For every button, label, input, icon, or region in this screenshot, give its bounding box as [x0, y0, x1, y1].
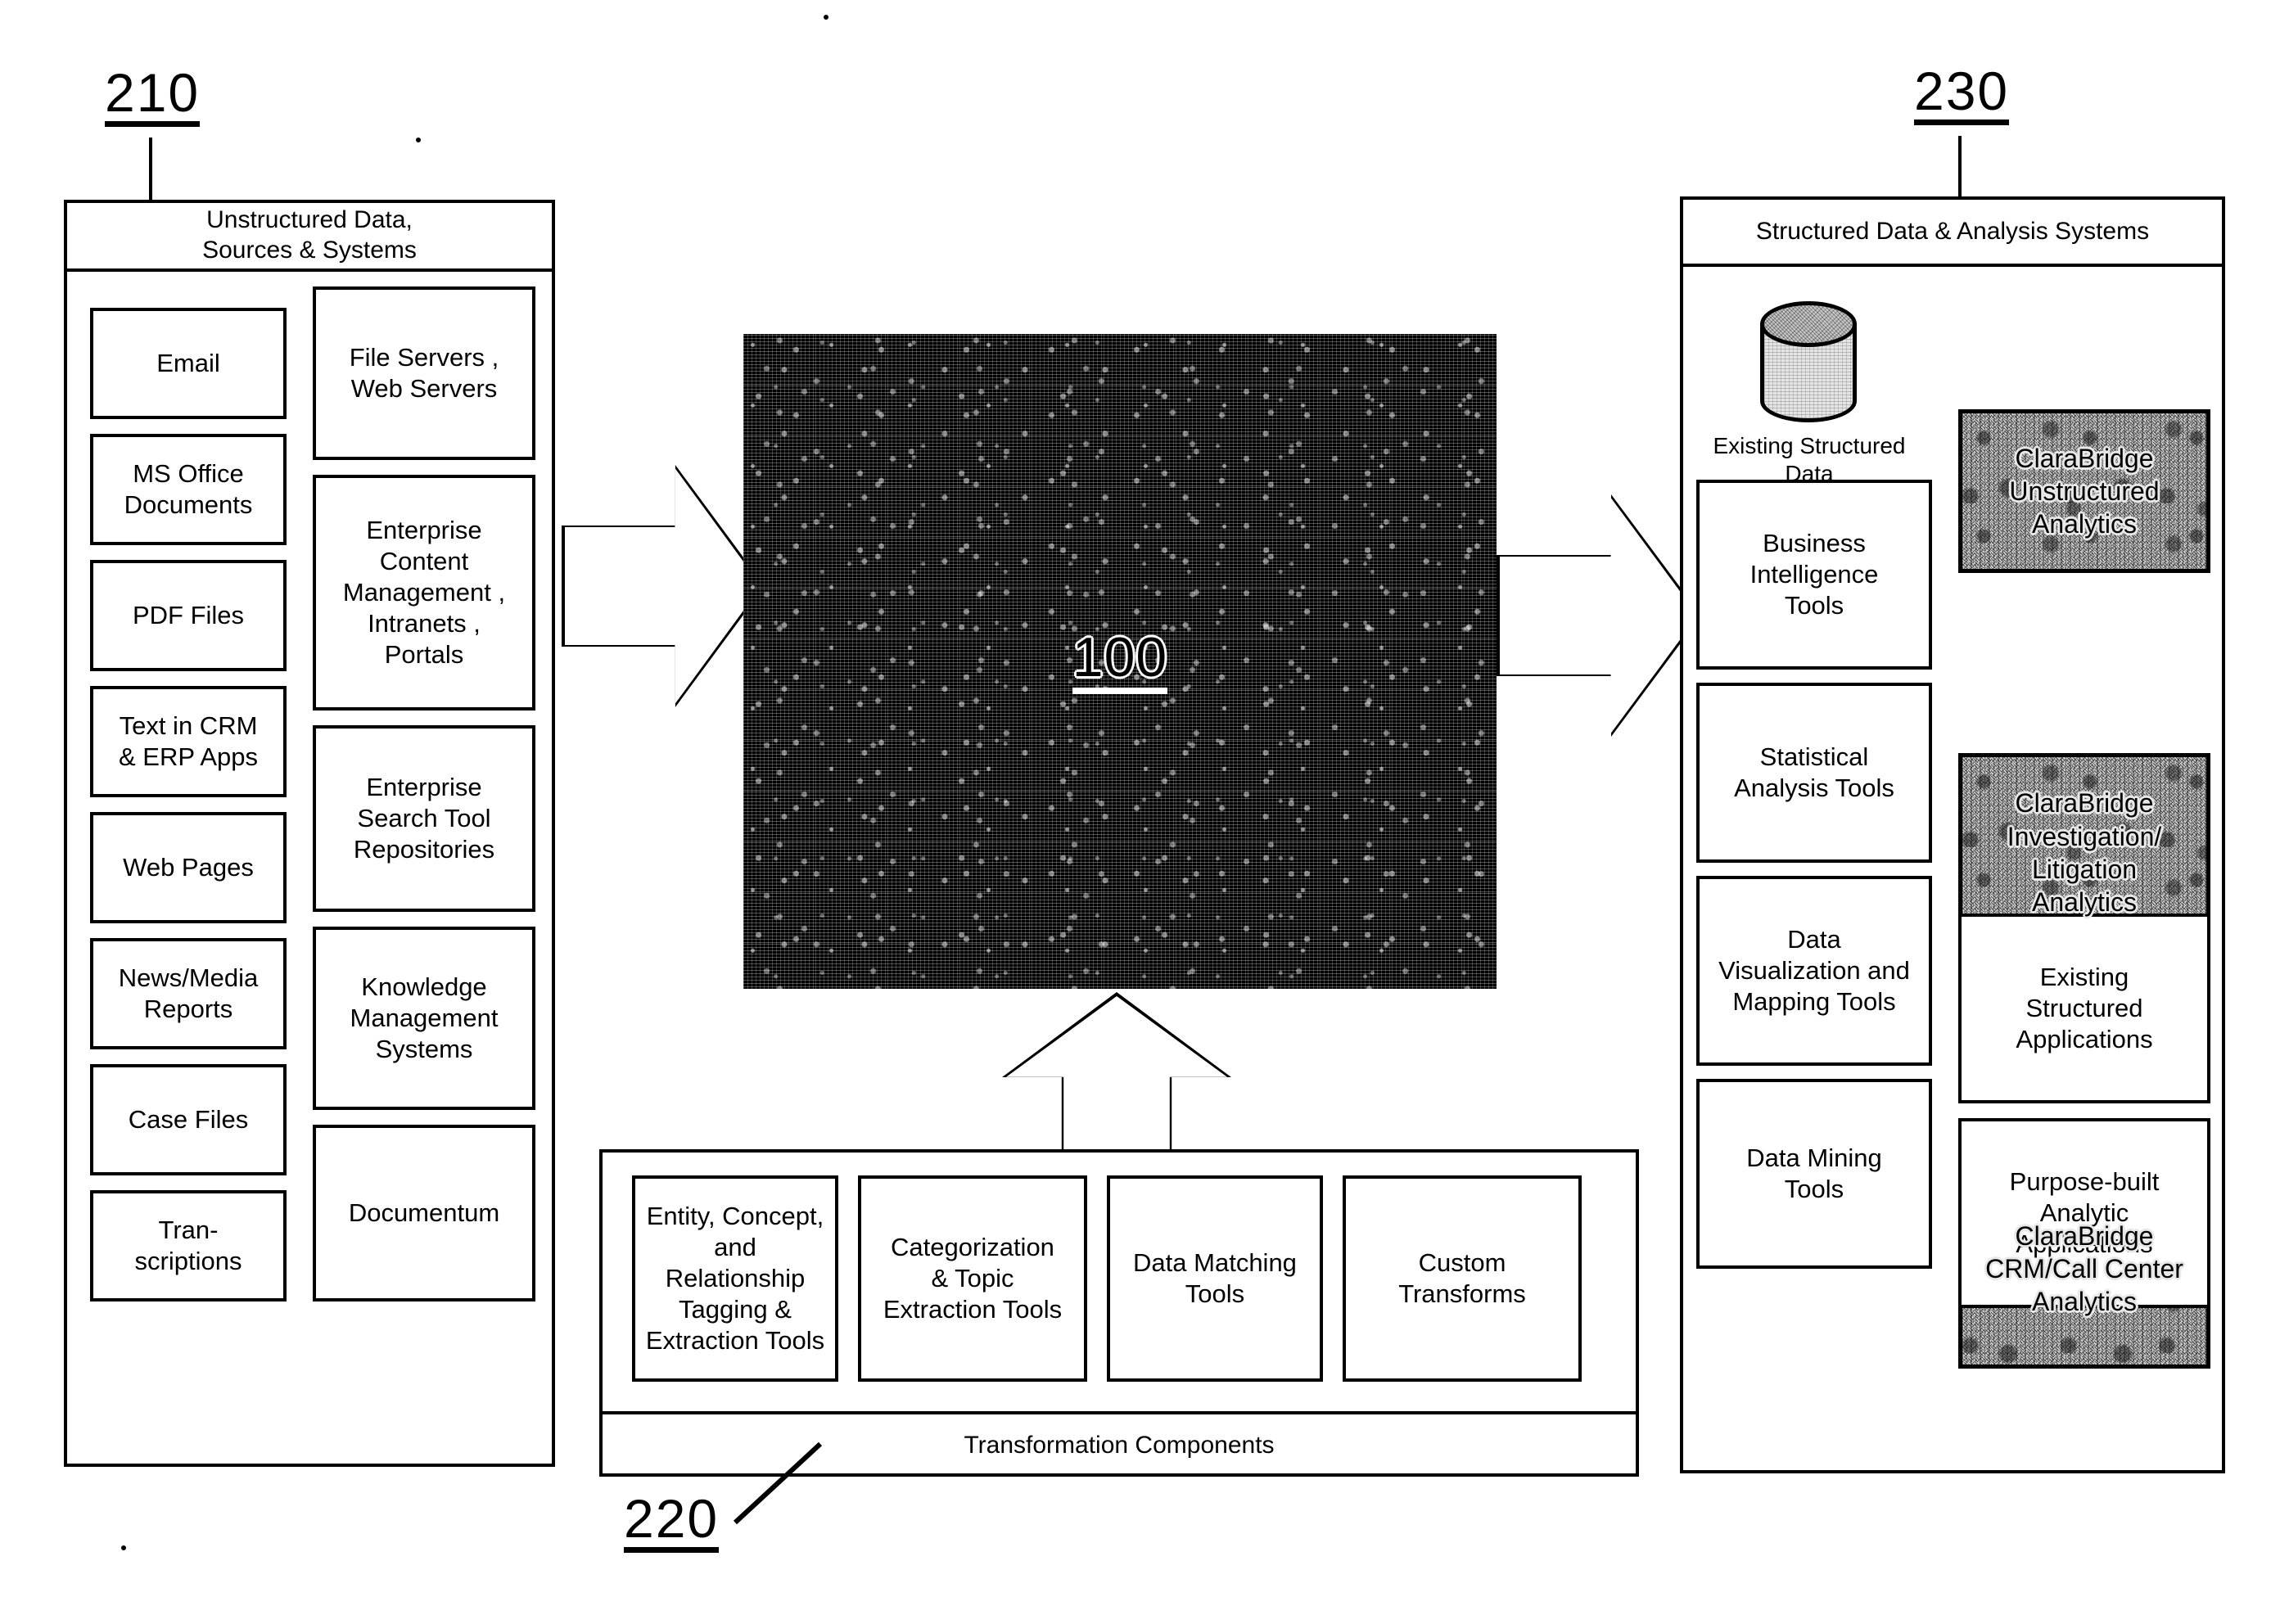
structured-analysis-panel: Structured Data & Analysis Systems Exist… [1680, 196, 2225, 1473]
analysis-box-label: Data Visualization and Mapping Tools [1718, 925, 1910, 1016]
database-cylinder-icon [1760, 301, 1857, 422]
source-box-web-pages[interactable]: Web Pages [90, 812, 287, 923]
arrow-core-to-analysis [1497, 494, 1701, 737]
transform-box-label: Data Matching Tools [1133, 1248, 1297, 1308]
analysis-box-clarabridge-unstructured-analytics[interactable]: ClaraBridge Unstructured Analytics [1958, 409, 2210, 573]
analysis-box-statistical-analysis-tools[interactable]: Statistical Analysis Tools [1696, 683, 1932, 863]
source-box-pdf-files[interactable]: PDF Files [90, 560, 287, 671]
analysis-box-label: ClaraBridge Unstructured Analytics [2009, 443, 2160, 539]
source-box-label: PDF Files [132, 601, 245, 630]
source-box-news-media-reports[interactable]: News/Media Reports [90, 938, 287, 1049]
source-box-label: Tran- scriptions [134, 1216, 242, 1275]
source-box-label: Text in CRM & ERP Apps [118, 711, 259, 771]
analysis-box-label: ClaraBridge CRM/Call Center Analytics [1985, 1220, 2183, 1317]
source-box-label: Enterprise Search Tool Repositories [353, 773, 495, 864]
transformation-components-body: Entity, Concept, and Relationship Taggin… [603, 1153, 1636, 1411]
analysis-box-label: Statistical Analysis Tools [1734, 742, 1894, 802]
ref-numeral-230: 230 [1914, 64, 2010, 125]
core-ref-numeral-100: 100 [1072, 629, 1168, 694]
structured-analysis-body: Existing Structured Data Business Intell… [1683, 267, 2222, 1470]
analysis-box-business-intelligence-tools[interactable]: Business Intelligence Tools [1696, 480, 1932, 670]
unstructured-sources-panel: Unstructured Data, Sources & Systems Ema… [64, 200, 555, 1467]
source-box-knowledge-management-systems[interactable]: Knowledge Management Systems [313, 927, 535, 1110]
source-box-label: Web Pages [123, 853, 254, 882]
unstructured-sources-title: Unstructured Data, Sources & Systems [67, 203, 552, 272]
transform-box-categorization-topic-extraction[interactable]: Categorization & Topic Extraction Tools [858, 1175, 1087, 1382]
source-box-label: Knowledge Management Systems [350, 972, 499, 1063]
ref-numeral-210: 210 [105, 65, 201, 127]
source-box-ms-office-documents[interactable]: MS Office Documents [90, 434, 287, 545]
source-box-case-files[interactable]: Case Files [90, 1064, 287, 1175]
source-box-label: Enterprise Content Management , Intranet… [342, 516, 506, 669]
transform-box-custom-transforms[interactable]: Custom Transforms [1343, 1175, 1582, 1382]
unstructured-sources-body: Email MS Office Documents PDF Files Text… [67, 272, 552, 1467]
datastore-caption-label: Existing Structured Data [1713, 433, 1906, 486]
transform-box-data-matching-tools[interactable]: Data Matching Tools [1107, 1175, 1323, 1382]
source-box-file-web-servers[interactable]: File Servers , Web Servers [313, 286, 535, 460]
transform-box-label: Custom Transforms [1398, 1248, 1526, 1308]
source-box-transcriptions[interactable]: Tran- scriptions [90, 1190, 287, 1301]
analysis-box-existing-structured-applications[interactable]: Existing Structured Applications [1958, 914, 2210, 1103]
analysis-box-label: Data Mining Tools [1746, 1144, 1882, 1203]
ref-numeral-220: 220 [624, 1491, 720, 1553]
sources-title-line-2: Sources & Systems [202, 237, 417, 264]
source-box-email[interactable]: Email [90, 308, 287, 419]
transformation-footer-label: Transformation Components [964, 1431, 1275, 1459]
analysis-box-label: ClaraBridge Investigation/ Litigation An… [2007, 788, 2162, 918]
arrow-transformation-to-core [1002, 992, 1231, 1156]
scan-speck [416, 138, 421, 142]
source-box-label: MS Office Documents [124, 459, 253, 519]
core-processing-block: 100 [743, 334, 1497, 989]
transform-box-label: Entity, Concept, and Relationship Taggin… [645, 1202, 825, 1355]
source-box-label: Email [156, 349, 220, 378]
analysis-box-label: Existing Structured Applications [2016, 963, 2153, 1053]
structured-analysis-title: Structured Data & Analysis Systems [1683, 200, 2222, 267]
transform-box-entity-concept-relationship[interactable]: Entity, Concept, and Relationship Taggin… [632, 1175, 838, 1382]
analysis-title-label: Structured Data & Analysis Systems [1755, 217, 2150, 245]
transformation-components-panel: Entity, Concept, and Relationship Taggin… [599, 1149, 1639, 1477]
scan-speck [121, 1545, 126, 1550]
source-box-label: News/Media Reports [118, 963, 259, 1023]
source-box-label: Case Files [128, 1105, 249, 1135]
analysis-box-data-mining-tools[interactable]: Data Mining Tools [1696, 1079, 1932, 1269]
scan-speck [824, 15, 828, 20]
source-box-ecm-intranets-portals[interactable]: Enterprise Content Management , Intranet… [313, 475, 535, 710]
source-box-enterprise-search-repositories[interactable]: Enterprise Search Tool Repositories [313, 725, 535, 912]
arrow-sources-to-core [562, 465, 765, 707]
source-box-label: File Servers , Web Servers [349, 343, 499, 403]
source-box-label: Documentum [348, 1198, 500, 1228]
analysis-box-label: Business Intelligence Tools [1749, 529, 1879, 620]
analysis-box-data-visualization-mapping-tools[interactable]: Data Visualization and Mapping Tools [1696, 876, 1932, 1066]
leader-line-220 [733, 1441, 823, 1525]
source-box-text-in-crm-erp[interactable]: Text in CRM & ERP Apps [90, 686, 287, 797]
transform-box-label: Categorization & Topic Extraction Tools [883, 1233, 1063, 1324]
source-box-documentum[interactable]: Documentum [313, 1125, 535, 1301]
sources-title-line-1: Unstructured Data, [206, 206, 413, 234]
